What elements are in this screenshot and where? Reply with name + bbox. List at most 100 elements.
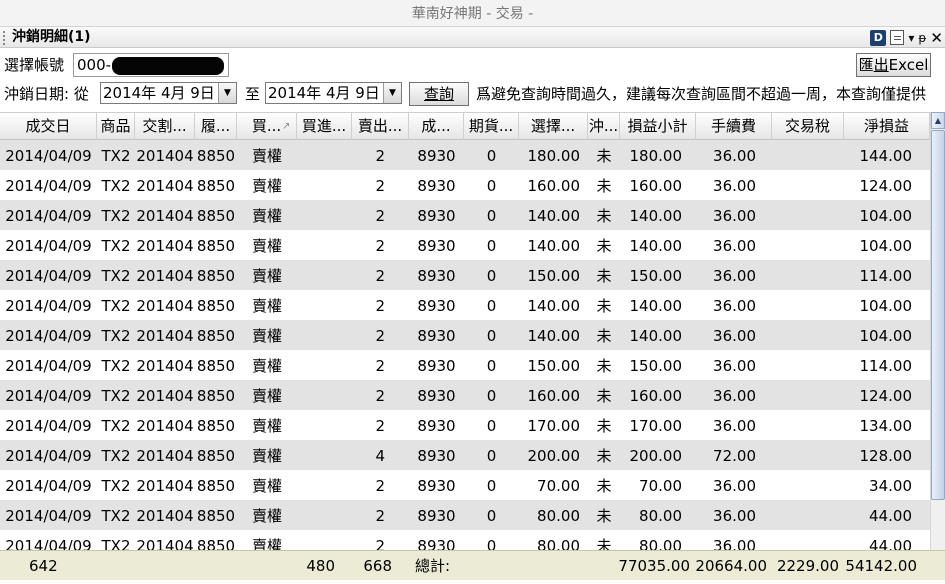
table-row[interactable]: 2014/04/09 TX2 201404 8850 賣權 2 8930 0 140.00 未 14… — [0, 320, 930, 350]
column-header-product[interactable]: 商品 — [97, 113, 135, 140]
cell-futures: 0 — [486, 267, 497, 285]
table-row[interactable]: 2014/04/09 TX2 201404 8850 賣權 2 8930 0 80.00 未 80.… — [0, 530, 930, 550]
cell-filled: 8930 — [417, 537, 456, 550]
table-row[interactable]: 2014/04/09 TX2 201404 8850 賣權 2 8930 0 180.00 未 18… — [0, 140, 930, 170]
column-header-pnl-subtotal[interactable]: 損益小計 — [620, 113, 696, 140]
query-button[interactable]: 查詢 — [409, 82, 469, 106]
cell-trade-date: 2014/04/09 — [5, 297, 92, 315]
account-select[interactable]: 000- — [73, 53, 229, 77]
column-header-delivery-month[interactable]: 交割... — [135, 113, 195, 140]
cell-filled: 8930 — [417, 477, 456, 495]
date-from-dropdown-icon[interactable]: ▼ — [218, 83, 236, 103]
table-row[interactable]: 2014/04/09 TX2 201404 8850 賣權 2 8930 0 140.00 未 14… — [0, 290, 930, 320]
cell-call-put: 賣權 — [251, 237, 282, 255]
cell-call-put: 賣權 — [251, 447, 282, 465]
cell-offset: 未 — [596, 297, 612, 315]
cell-options: 160.00 — [527, 177, 581, 195]
table-row[interactable]: 2014/04/09 TX2 201404 8850 賣權 2 8930 0 140.00 未 14… — [0, 200, 930, 230]
cell-product: TX2 — [101, 447, 131, 465]
window-title: 華南好神期 - 交易 - — [0, 0, 945, 27]
cell-fee: 36.00 — [713, 507, 756, 525]
drag-grip[interactable] — [3, 31, 5, 45]
column-header-futures[interactable]: 期貨... — [464, 113, 519, 140]
cell-pnl-subtotal: 170.00 — [629, 417, 683, 435]
cell-options: 160.00 — [527, 387, 581, 405]
cell-offset: 未 — [596, 357, 612, 375]
cell-call-put: 賣權 — [251, 507, 282, 525]
panel-controls: D ▾ ᵽ ✕ — [870, 29, 943, 46]
cell-product: TX2 — [101, 417, 131, 435]
table-row[interactable]: 2014/04/09 TX2 201404 8850 賣權 2 8930 0 160.00 未 16… — [0, 170, 930, 200]
table-row[interactable]: 2014/04/09 TX2 201404 8850 賣權 2 8930 0 70.00 未 70.… — [0, 470, 930, 500]
cell-pnl-subtotal: 180.00 — [629, 147, 683, 165]
table-row[interactable]: 2014/04/09 TX2 201404 8850 賣權 4 8930 0 200.00 未 20… — [0, 440, 930, 470]
cell-buy-qty — [297, 230, 352, 260]
cell-offset: 未 — [596, 537, 612, 550]
table-row[interactable]: 2014/04/09 TX2 201404 8850 賣權 2 8930 0 160.00 未 16… — [0, 380, 930, 410]
cell-sell-qty: 2 — [375, 327, 385, 345]
cell-offset: 未 — [596, 177, 612, 195]
dropdown-arrow-icon[interactable]: ▾ — [908, 30, 914, 46]
date-from-picker[interactable]: 2014年 4月 9日 ▼ — [100, 82, 237, 104]
footer-net-total: 54142.00 — [845, 557, 917, 575]
scroll-up-icon[interactable]: ▲ — [931, 112, 945, 129]
table-row[interactable]: 2014/04/09 TX2 201404 8850 賣權 2 8930 0 150.00 未 15… — [0, 260, 930, 290]
cell-offset: 未 — [596, 477, 612, 495]
table-row[interactable]: 2014/04/09 TX2 201404 8850 賣權 2 8930 0 170.00 未 17… — [0, 410, 930, 440]
table-row[interactable]: 2014/04/09 TX2 201404 8850 賣權 2 8930 0 150.00 未 15… — [0, 350, 930, 380]
cell-pnl-subtotal: 70.00 — [639, 477, 682, 495]
cell-product: TX2 — [101, 207, 131, 225]
footer-count: 642 — [29, 557, 58, 575]
cell-fee: 36.00 — [713, 297, 756, 315]
export-excel-button[interactable]: 匯出Excel — [856, 53, 931, 77]
cell-call-put: 賣權 — [251, 297, 282, 315]
column-header-options[interactable]: 選擇... — [519, 113, 588, 140]
cell-product: TX2 — [101, 537, 131, 550]
cell-sell-qty: 2 — [375, 357, 385, 375]
column-header-fee[interactable]: 手續費 — [696, 113, 772, 140]
cell-futures: 0 — [486, 177, 497, 195]
column-header-filled[interactable]: 成... — [409, 113, 464, 140]
table-row[interactable]: 2014/04/09 TX2 201404 8850 賣權 2 8930 0 80.00 未 80.… — [0, 500, 930, 530]
cell-pnl-subtotal: 150.00 — [629, 267, 683, 285]
cell-call-put: 賣權 — [251, 387, 282, 405]
close-icon[interactable]: ✕ — [930, 30, 943, 46]
cell-tax — [772, 320, 844, 350]
cell-pnl-subtotal: 140.00 — [629, 297, 683, 315]
pin-icon[interactable]: ᵽ — [918, 30, 926, 46]
cell-pnl-subtotal: 200.00 — [629, 447, 683, 465]
d-badge-icon[interactable]: D — [870, 29, 887, 46]
cell-sell-qty: 2 — [375, 237, 385, 255]
date-to-dropdown-icon[interactable]: ▼ — [383, 83, 401, 103]
cell-strike: 8850 — [196, 327, 236, 345]
cell-net-pnl: 114.00 — [859, 267, 913, 285]
table-row[interactable]: 2014/04/09 TX2 201404 8850 賣權 2 8930 0 140.00 未 14… — [0, 230, 930, 260]
cell-product: TX2 — [101, 297, 131, 315]
cell-filled: 8930 — [417, 357, 456, 375]
cell-trade-date: 2014/04/09 — [5, 207, 92, 225]
cell-pnl-subtotal: 140.00 — [629, 207, 683, 225]
column-header-sell-qty[interactable]: 賣出... — [352, 113, 409, 140]
date-to-value: 2014年 4月 9日 — [268, 84, 380, 102]
cell-buy-qty — [297, 470, 352, 500]
column-header-offset[interactable]: 沖... — [588, 113, 620, 140]
vertical-scrollbar[interactable]: ▲ — [930, 112, 945, 550]
scroll-thumb[interactable] — [931, 130, 945, 500]
column-header-trade-date[interactable]: 成交日 — [0, 113, 97, 140]
cell-net-pnl: 44.00 — [869, 507, 912, 525]
export-label-hotkey: 出 — [873, 56, 889, 74]
cell-pnl-subtotal: 80.00 — [639, 507, 682, 525]
column-header-net-pnl[interactable]: 淨損益 — [844, 113, 930, 140]
account-value: 000- — [77, 56, 112, 74]
date-to-picker[interactable]: 2014年 4月 9日 ▼ — [265, 82, 402, 104]
column-header-strike[interactable]: 履... — [195, 113, 237, 140]
document-icon[interactable] — [890, 30, 905, 45]
column-header-tax[interactable]: 交易稅 — [772, 113, 844, 140]
cell-strike: 8850 — [196, 537, 236, 550]
cell-sell-qty: 2 — [375, 417, 385, 435]
cell-buy-qty — [297, 260, 352, 290]
cell-filled: 8930 — [417, 177, 456, 195]
cell-strike: 8850 — [196, 357, 236, 375]
column-header-buy-qty[interactable]: 買進... — [297, 113, 352, 140]
cell-buy-qty — [297, 320, 352, 350]
